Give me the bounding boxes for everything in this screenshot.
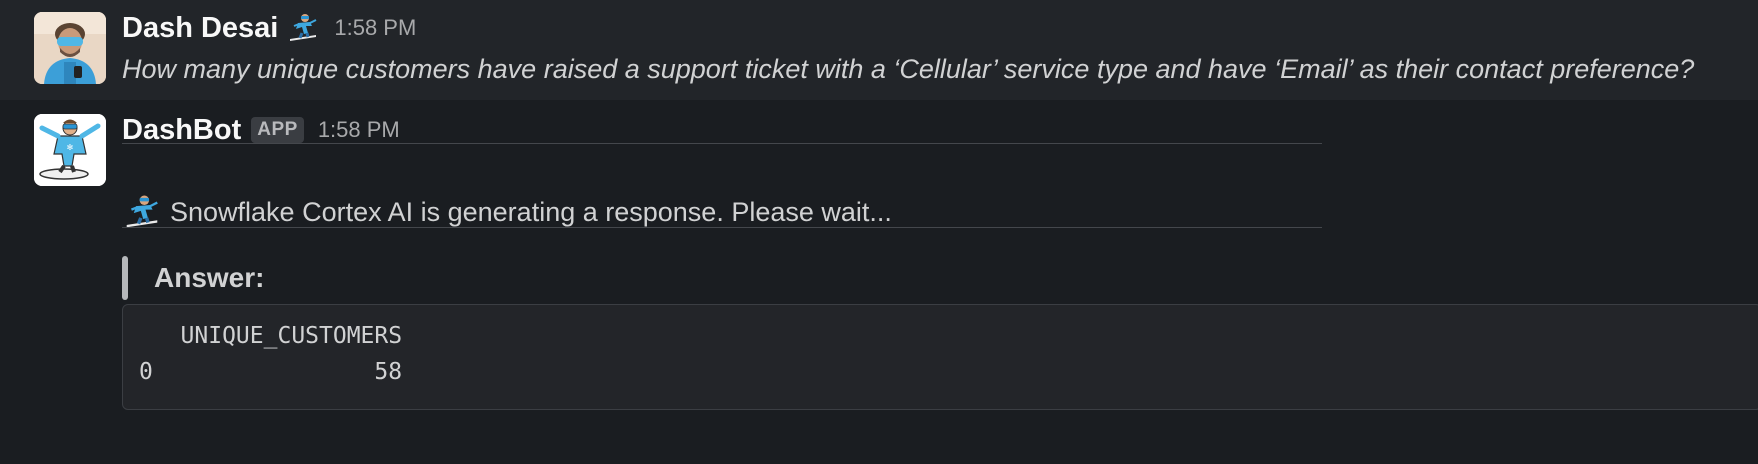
code-block[interactable]: UNIQUE_CUSTOMERS 0 58 — [122, 304, 1758, 410]
author-name[interactable]: Dash Desai — [122, 12, 278, 45]
quote-bar — [122, 256, 128, 300]
bot-avatar[interactable]: ✻ — [34, 114, 106, 186]
app-badge: APP — [251, 117, 304, 143]
code-line-value: 0 58 — [139, 359, 403, 385]
author-name[interactable]: DashBot — [122, 114, 241, 147]
svg-text:✻: ✻ — [67, 143, 74, 152]
divider-top — [122, 143, 1322, 144]
bot-message: ✻ DashBot APP 1:58 PM Snowflake Cortex A… — [0, 100, 1758, 464]
message-header: Dash Desai 1:58 PM — [122, 10, 416, 46]
message-timestamp[interactable]: 1:58 PM — [318, 117, 400, 143]
message-timestamp[interactable]: 1:58 PM — [334, 15, 416, 41]
answer-label: Answer: — [154, 262, 265, 293]
snowboarder-icon — [122, 192, 162, 232]
user-message: Dash Desai 1:58 PM How many unique custo… — [0, 0, 1758, 100]
status-text: Snowflake Cortex AI is generating a resp… — [170, 196, 892, 227]
answer-quote: Answer: — [122, 256, 264, 300]
snowboarder-icon[interactable] — [286, 11, 320, 45]
message-text: How many unique customers have raised a … — [122, 54, 1695, 84]
status-line: Snowflake Cortex AI is generating a resp… — [122, 192, 892, 232]
user-avatar[interactable] — [34, 12, 106, 84]
code-line-header: UNIQUE_CUSTOMERS — [139, 323, 403, 349]
divider-bottom — [122, 227, 1322, 228]
